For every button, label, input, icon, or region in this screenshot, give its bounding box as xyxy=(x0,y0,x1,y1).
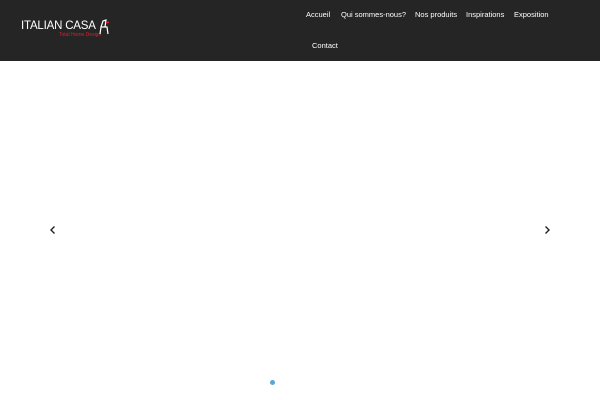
chevron-left-icon xyxy=(50,226,55,234)
nav-item-exposition[interactable]: Exposition xyxy=(514,10,549,20)
slider-next-button[interactable] xyxy=(541,224,553,236)
nav-item-nos-produits[interactable]: Nos produits xyxy=(415,10,457,20)
site-logo[interactable]: ITALIAN CASA Total Home Design xyxy=(21,19,111,42)
site-header: ITALIAN CASA Total Home Design Accueil Q… xyxy=(0,0,600,61)
hero-slider xyxy=(0,61,600,400)
chair-logo-icon xyxy=(99,19,110,35)
logo-tagline: Total Home Design xyxy=(59,32,102,38)
nav-item-accueil[interactable]: Accueil xyxy=(306,10,330,20)
chevron-right-icon xyxy=(545,226,550,234)
nav-item-inspirations[interactable]: Inspirations xyxy=(466,10,504,20)
nav-item-qui-sommes-nous[interactable]: Qui sommes-nous? xyxy=(341,10,406,20)
slider-prev-button[interactable] xyxy=(47,224,59,236)
slider-pagination-dot[interactable] xyxy=(270,380,275,385)
nav-item-contact[interactable]: Contact xyxy=(312,41,338,51)
